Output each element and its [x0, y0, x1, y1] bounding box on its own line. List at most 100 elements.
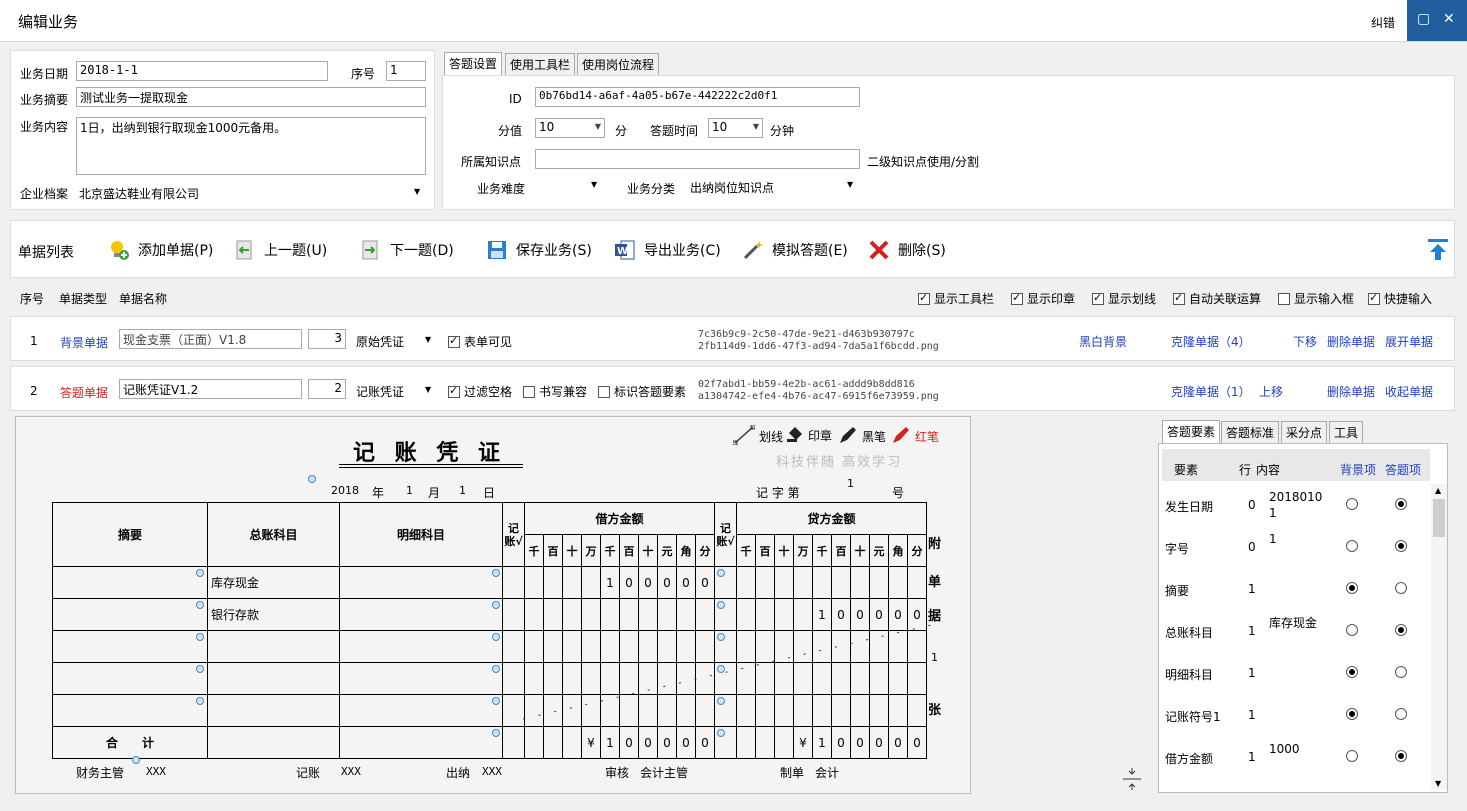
rtab-standard[interactable]: 答题标准: [1221, 421, 1280, 443]
knowledge-input[interactable]: [535, 149, 860, 169]
jiucuo-link[interactable]: 纠错: [1371, 14, 1395, 31]
rtab-score-points[interactable]: 采分点: [1281, 421, 1328, 443]
pin-icon[interactable]: [196, 665, 204, 673]
row-vtype-select[interactable]: 原始凭证: [356, 333, 404, 350]
credit-digit-cell[interactable]: [736, 726, 756, 759]
general-account-cell[interactable]: [207, 726, 340, 759]
credit-digit-cell[interactable]: [831, 566, 851, 599]
summary-cell[interactable]: [52, 566, 208, 599]
id-input[interactable]: 0b76bd14-a6af-4a05-b67e-442222c2d0f1: [535, 87, 860, 107]
pin-icon[interactable]: [196, 569, 204, 577]
date-input[interactable]: 2018-1-1: [76, 61, 328, 81]
red-pen-tool[interactable]: 红笔: [891, 425, 939, 448]
summary-input[interactable]: 测试业务一提取现金: [76, 87, 426, 107]
general-account-cell[interactable]: [196, 694, 340, 727]
pin-icon[interactable]: [196, 697, 204, 705]
chevron-down-icon[interactable]: ▼: [425, 385, 431, 394]
content-textarea[interactable]: 1日，出纳到银行取现金1000元备用。: [76, 117, 426, 175]
credit-digit-cell[interactable]: 0: [850, 726, 870, 759]
answer-radio[interactable]: [1395, 750, 1407, 762]
delete-document-link[interactable]: 删除单据: [1327, 333, 1375, 350]
company-select[interactable]: 北京盛达鞋业有限公司: [79, 185, 199, 202]
check-cell[interactable]: [714, 726, 737, 759]
summary-cell[interactable]: 合 计: [52, 726, 208, 759]
expand-document-link[interactable]: 展开单据: [1385, 333, 1433, 350]
background-radio[interactable]: [1346, 582, 1358, 594]
score-select[interactable]: 10 ▼: [535, 118, 605, 138]
summary-cell[interactable]: [52, 694, 208, 727]
credit-digit-cell[interactable]: 0: [831, 726, 851, 759]
pin-icon[interactable]: [196, 633, 204, 641]
seq-input[interactable]: 1: [386, 61, 426, 81]
credit-digit-cell[interactable]: [888, 566, 908, 599]
pin-icon[interactable]: [492, 601, 500, 609]
pin-icon[interactable]: [717, 601, 725, 609]
credit-digit-cell[interactable]: 0: [907, 726, 927, 759]
move-up-link[interactable]: 上移: [1259, 383, 1283, 400]
tab-workflow[interactable]: 使用岗位流程: [577, 53, 660, 75]
debit-digit-cell[interactable]: [562, 566, 582, 599]
row-vtype-select[interactable]: 记账凭证: [356, 383, 404, 400]
detail-account-cell[interactable]: [339, 598, 503, 631]
debit-digit-cell[interactable]: 0: [619, 726, 639, 759]
credit-digit-cell[interactable]: [774, 566, 794, 599]
general-account-cell[interactable]: 银行存款: [196, 598, 340, 631]
general-account-cell[interactable]: [196, 662, 340, 695]
debit-digit-cell[interactable]: 1: [600, 726, 620, 759]
debit-digit-cell[interactable]: ¥: [581, 726, 601, 759]
tab-toolbar[interactable]: 使用工具栏: [505, 53, 576, 75]
pin-icon[interactable]: [492, 697, 500, 705]
row-num-input[interactable]: 2: [308, 379, 346, 399]
background-radio[interactable]: [1346, 750, 1358, 762]
export-business-button[interactable]: W 导出业务(C): [614, 238, 721, 262]
detail-account-cell[interactable]: [339, 662, 503, 695]
credit-digit-cell[interactable]: [793, 566, 813, 599]
check-cell[interactable]: [502, 726, 525, 759]
option-show-line[interactable]: 显示划线: [1092, 290, 1156, 307]
debit-digit-cell[interactable]: 0: [619, 566, 639, 599]
rtab-tools[interactable]: 工具: [1329, 421, 1364, 443]
background-radio[interactable]: [1346, 540, 1358, 552]
debit-digit-cell[interactable]: 1: [600, 566, 620, 599]
simulate-answer-button[interactable]: 模拟答题(E): [742, 238, 848, 262]
stamp-tool[interactable]: 印章: [786, 425, 832, 446]
answer-radio[interactable]: [1395, 624, 1407, 636]
chevron-down-icon[interactable]: ▼: [425, 335, 431, 344]
debit-digit-cell[interactable]: [581, 566, 601, 599]
summary-cell[interactable]: [52, 630, 208, 663]
next-question-button[interactable]: 下一题(D): [360, 238, 454, 262]
pin-icon[interactable]: [492, 665, 500, 673]
answer-radio[interactable]: [1395, 708, 1407, 720]
mark-elements-checkbox[interactable]: 标识答题要素: [598, 383, 686, 400]
answer-radio[interactable]: [1395, 666, 1407, 678]
credit-digit-cell[interactable]: [850, 566, 870, 599]
answer-radio[interactable]: [1395, 498, 1407, 510]
delete-document-link[interactable]: 删除单据: [1327, 383, 1375, 400]
credit-digit-cell[interactable]: 0: [888, 726, 908, 759]
black-pen-tool[interactable]: 黑笔: [838, 425, 886, 448]
debit-digit-cell[interactable]: [562, 726, 582, 759]
resize-handle-icon[interactable]: [1121, 766, 1143, 795]
debit-digit-cell[interactable]: 0: [676, 566, 696, 599]
filter-space-checkbox[interactable]: 过滤空格: [448, 383, 512, 400]
debit-digit-cell[interactable]: [543, 726, 563, 759]
summary-cell[interactable]: [52, 662, 208, 695]
row-name-input[interactable]: 记账凭证V1.2: [119, 379, 302, 399]
line-tool[interactable]: 划线: [732, 424, 783, 448]
credit-digit-cell[interactable]: [755, 726, 775, 759]
collapse-document-link[interactable]: 收起单据: [1385, 383, 1433, 400]
scrollbar[interactable]: ▲ ▼: [1431, 484, 1447, 790]
check-cell[interactable]: [714, 566, 737, 599]
background-radio[interactable]: [1346, 498, 1358, 510]
credit-digit-cell[interactable]: ¥: [793, 726, 813, 759]
detail-account-cell[interactable]: [339, 630, 503, 663]
prev-question-button[interactable]: 上一题(U): [234, 238, 327, 262]
answer-radio[interactable]: [1395, 582, 1407, 594]
background-radio[interactable]: [1346, 624, 1358, 636]
chevron-down-icon[interactable]: ▼: [414, 187, 420, 196]
tab-answer-settings[interactable]: 答题设置: [444, 52, 503, 76]
chevron-down-icon[interactable]: ▼: [591, 180, 597, 189]
check-cell[interactable]: [502, 566, 525, 599]
chevron-down-icon[interactable]: ▼: [847, 180, 853, 189]
category-select[interactable]: 出纳岗位知识点: [690, 179, 774, 196]
